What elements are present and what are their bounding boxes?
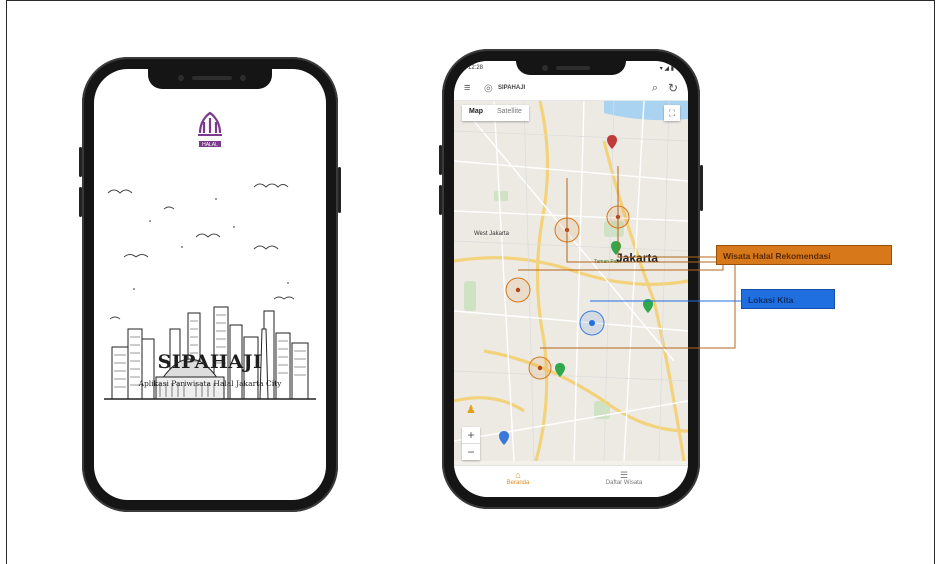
street-view-icon[interactable]: ♟ bbox=[466, 403, 476, 416]
map-type-satellite[interactable]: Satellite bbox=[490, 105, 529, 121]
map-view[interactable] bbox=[454, 101, 688, 461]
phone-splash: HALAL SIPAHAJI Aplikasi Pariwisata Halal… bbox=[79, 57, 341, 512]
map-label-west-jakarta: West Jakarta bbox=[474, 231, 509, 237]
home-icon: ⌂ bbox=[515, 470, 521, 480]
map-label-jakarta: Jakarta bbox=[616, 251, 659, 265]
volume-button bbox=[79, 187, 82, 217]
map-type-map[interactable]: Map bbox=[462, 105, 490, 121]
app-subtitle: Aplikasi Pariwisata Halal Jakarta City bbox=[138, 379, 282, 388]
phone-map: 12:28 ▾ ◢ ▮ ≡ ◎ SIPAHAJI ⌕ ↻ West Jakart… bbox=[439, 49, 703, 509]
map-screen: 12:28 ▾ ◢ ▮ ≡ ◎ SIPAHAJI ⌕ ↻ West Jakart… bbox=[454, 61, 688, 497]
volume-button bbox=[439, 145, 442, 175]
callout-lokasi-kita: Lokasi Kita bbox=[741, 289, 835, 309]
nav-beranda-label: Beranda bbox=[506, 480, 530, 486]
phone-notch bbox=[148, 69, 272, 89]
app-brand: SIPAHAJI bbox=[498, 85, 526, 91]
recommended-marker[interactable] bbox=[554, 217, 580, 243]
volume-button bbox=[79, 147, 82, 177]
status-icons: ▾ ◢ ▮ bbox=[659, 66, 674, 72]
nav-daftar-label: Daftar Wisata bbox=[605, 480, 643, 486]
power-button bbox=[338, 167, 341, 213]
app-bar: ≡ ◎ SIPAHAJI ⌕ ↻ bbox=[454, 77, 688, 101]
power-button bbox=[700, 165, 703, 211]
menu-icon[interactable]: ≡ bbox=[464, 83, 470, 94]
search-icon[interactable]: ⌕ bbox=[652, 82, 658, 95]
zoom-control: + − bbox=[462, 427, 480, 460]
callout-wisata-halal: Wisata Halal Rekomendasi bbox=[716, 245, 892, 265]
recommended-marker[interactable] bbox=[606, 205, 630, 229]
my-location-marker[interactable] bbox=[579, 310, 605, 336]
map-type-toggle: Map Satellite bbox=[462, 105, 529, 121]
zoom-in-button[interactable]: + bbox=[462, 427, 480, 443]
volume-button bbox=[439, 185, 442, 215]
recommended-marker[interactable] bbox=[505, 277, 531, 303]
place-icon: ◎ bbox=[484, 83, 493, 94]
zoom-out-button[interactable]: − bbox=[462, 443, 480, 460]
nav-daftar-wisata[interactable]: ☰ Daftar Wisata bbox=[584, 470, 664, 486]
svg-text:HALAL: HALAL bbox=[202, 142, 218, 148]
refresh-icon[interactable]: ↻ bbox=[668, 81, 678, 95]
fullscreen-icon[interactable]: ⛶ bbox=[664, 105, 680, 121]
status-time: 12:28 bbox=[468, 65, 484, 71]
nav-beranda[interactable]: ⌂ Beranda bbox=[478, 470, 558, 486]
list-icon: ☰ bbox=[619, 470, 629, 480]
splash-screen: HALAL SIPAHAJI Aplikasi Pariwisata Halal… bbox=[94, 69, 326, 500]
recommended-marker[interactable] bbox=[528, 356, 552, 380]
bottom-nav: ⌂ Beranda ☰ Daftar Wisata bbox=[454, 465, 688, 497]
phone-notch bbox=[516, 61, 626, 75]
halal-logo-icon: HALAL bbox=[198, 111, 222, 148]
app-title: SIPAHAJI bbox=[157, 351, 263, 373]
